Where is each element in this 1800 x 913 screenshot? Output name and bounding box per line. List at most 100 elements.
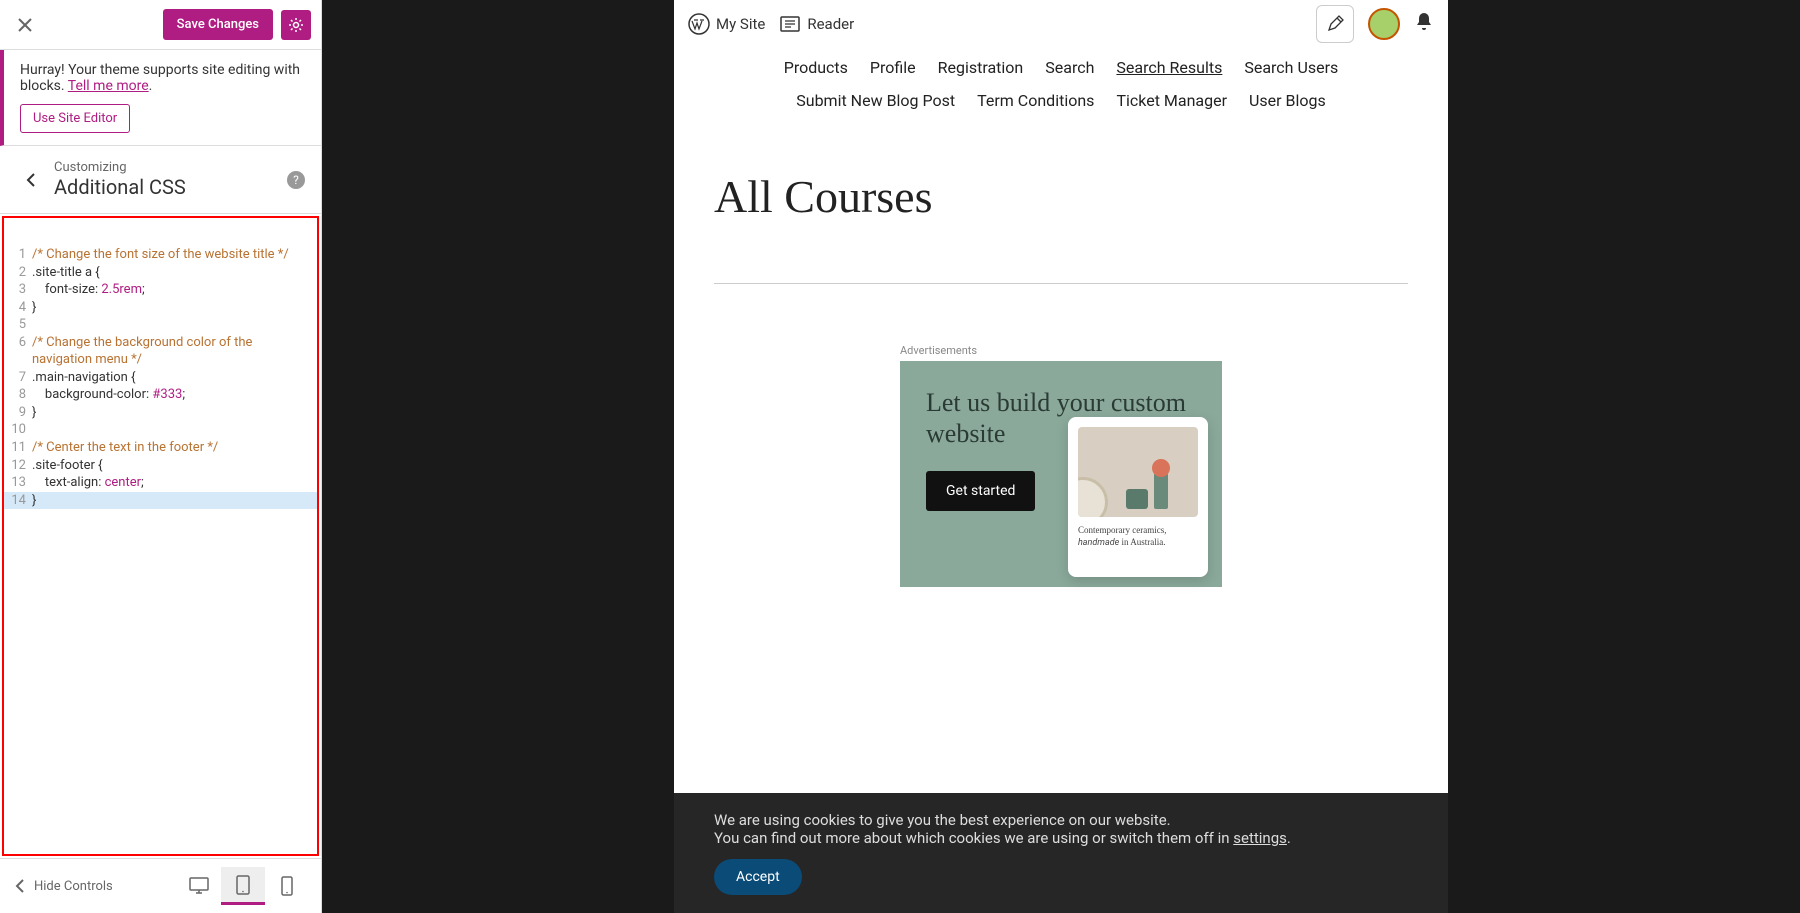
line-number: 1: [4, 246, 32, 264]
line-number: 3: [4, 281, 32, 299]
code-line[interactable]: 9}: [4, 404, 317, 422]
nav-row-2: Submit New Blog Post Term Conditions Ticke…: [714, 91, 1408, 110]
cookie-settings-link[interactable]: settings: [1233, 829, 1287, 847]
code-line[interactable]: 8 background-color: #333;: [4, 386, 317, 404]
code-line[interactable]: 5: [4, 316, 317, 334]
code-line[interactable]: 14}: [4, 492, 317, 510]
wp-bar-right: [1316, 5, 1434, 43]
code-line[interactable]: 3 font-size: 2.5rem;: [4, 281, 317, 299]
ad-card-image: [1078, 427, 1198, 517]
code-line[interactable]: 7.main-navigation {: [4, 369, 317, 387]
desktop-preview-button[interactable]: [177, 867, 221, 905]
nav-row-1: Products Profile Registration Search Search …: [714, 58, 1408, 77]
css-editor[interactable]: 1/* Change the font size of the website …: [2, 216, 319, 856]
divider: [714, 283, 1408, 284]
line-number: 8: [4, 386, 32, 404]
section-titles: Customizing Additional CSS: [54, 160, 287, 199]
help-icon[interactable]: ?: [287, 171, 305, 189]
hide-controls-label: Hide Controls: [34, 879, 113, 894]
ad-card-text: Contemporary ceramics, handmade in Austr…: [1078, 525, 1198, 549]
line-content[interactable]: /* Center the text in the footer */: [32, 439, 317, 457]
customizer-panel: Save Changes Hurray! Your theme supports…: [0, 0, 322, 913]
cookie-text: We are using cookies to give you the bes…: [714, 811, 1408, 847]
reader-label: Reader: [807, 15, 854, 33]
hide-controls-button[interactable]: Hide Controls: [12, 878, 113, 894]
ad-card: Contemporary ceramics, handmade in Austr…: [1068, 417, 1208, 577]
line-content[interactable]: }: [32, 492, 317, 510]
code-line[interactable]: 10: [4, 421, 317, 439]
line-number: 9: [4, 404, 32, 422]
save-button[interactable]: Save Changes: [163, 9, 273, 40]
section-subtitle: Customizing: [54, 160, 287, 175]
avatar[interactable]: [1368, 8, 1400, 40]
close-icon[interactable]: [10, 10, 40, 40]
tablet-preview-button[interactable]: [221, 867, 265, 905]
nav-link[interactable]: Term Conditions: [977, 91, 1094, 110]
page-title: All Courses: [674, 130, 1448, 243]
line-number: 4: [4, 299, 32, 317]
line-content[interactable]: [32, 421, 317, 439]
reader-link[interactable]: Reader: [779, 13, 854, 35]
line-number: 7: [4, 369, 32, 387]
nav-link[interactable]: User Blogs: [1249, 91, 1326, 110]
code-line[interactable]: 12.site-footer {: [4, 457, 317, 475]
section-title: Additional CSS: [54, 175, 287, 199]
line-content[interactable]: .site-footer {: [32, 457, 317, 475]
code-line[interactable]: 6/* Change the background color of the n…: [4, 334, 317, 369]
line-number: 6: [4, 334, 32, 369]
cookie-line1: We are using cookies to give you the bes…: [714, 811, 1171, 829]
nav-link[interactable]: Search Results: [1116, 58, 1222, 77]
line-content[interactable]: background-color: #333;: [32, 386, 317, 404]
ad-cta-button[interactable]: Get started: [926, 471, 1035, 511]
nav-link[interactable]: Search: [1045, 58, 1094, 77]
cookie-line2a: You can find out more about which cookie…: [714, 829, 1233, 847]
line-number: 14: [4, 492, 32, 510]
my-site-label: My Site: [716, 15, 765, 33]
line-number: 12: [4, 457, 32, 475]
preview-frame: My Site Reader Products Profile Registrati…: [674, 0, 1448, 913]
my-site-link[interactable]: My Site: [688, 13, 765, 35]
code-line[interactable]: 11/* Center the text in the footer */: [4, 439, 317, 457]
code-line[interactable]: 4}: [4, 299, 317, 317]
nav-link[interactable]: Search Users: [1244, 58, 1338, 77]
cookie-accept-button[interactable]: Accept: [714, 859, 802, 895]
settings-icon[interactable]: [281, 10, 311, 40]
ad-label: Advertisements: [674, 344, 1448, 361]
line-content[interactable]: }: [32, 299, 317, 317]
wordpress-bar: My Site Reader: [674, 0, 1448, 48]
code-line[interactable]: 1/* Change the font size of the website …: [4, 246, 317, 264]
line-content[interactable]: /* Change the background color of the na…: [32, 334, 317, 369]
line-content[interactable]: text-align: center;: [32, 474, 317, 492]
theme-notice: Hurray! Your theme supports site editing…: [0, 50, 321, 146]
line-content[interactable]: /* Change the font size of the website t…: [32, 246, 317, 264]
line-number: 11: [4, 439, 32, 457]
line-number: 10: [4, 421, 32, 439]
mobile-preview-button[interactable]: [265, 867, 309, 905]
write-button[interactable]: [1316, 5, 1354, 43]
nav-link[interactable]: Profile: [870, 58, 916, 77]
line-content[interactable]: [32, 316, 317, 334]
ad-block[interactable]: Let us build your custom website Get sta…: [900, 361, 1222, 587]
cookie-bar: We are using cookies to give you the bes…: [674, 793, 1448, 913]
use-site-editor-button[interactable]: Use Site Editor: [20, 104, 130, 133]
code-line[interactable]: 13 text-align: center;: [4, 474, 317, 492]
nav-link[interactable]: Products: [784, 58, 848, 77]
line-content[interactable]: .site-title a {: [32, 264, 317, 282]
code-line[interactable]: 2.site-title a {: [4, 264, 317, 282]
section-header: Customizing Additional CSS ?: [0, 146, 321, 214]
line-content[interactable]: }: [32, 404, 317, 422]
customizer-footer: Hide Controls: [0, 858, 321, 913]
notification-icon[interactable]: [1414, 11, 1434, 37]
notice-link[interactable]: Tell me more: [68, 78, 149, 94]
line-content[interactable]: .main-navigation {: [32, 369, 317, 387]
device-toggle: [177, 867, 309, 905]
line-number: 13: [4, 474, 32, 492]
nav-link[interactable]: Submit New Blog Post: [796, 91, 955, 110]
line-number: 2: [4, 264, 32, 282]
nav-link[interactable]: Registration: [938, 58, 1024, 77]
nav-link[interactable]: Ticket Manager: [1116, 91, 1227, 110]
back-arrow-icon[interactable]: [16, 165, 46, 195]
line-content[interactable]: font-size: 2.5rem;: [32, 281, 317, 299]
line-number: 5: [4, 316, 32, 334]
preview-area: My Site Reader Products Profile Registrati…: [322, 0, 1800, 913]
